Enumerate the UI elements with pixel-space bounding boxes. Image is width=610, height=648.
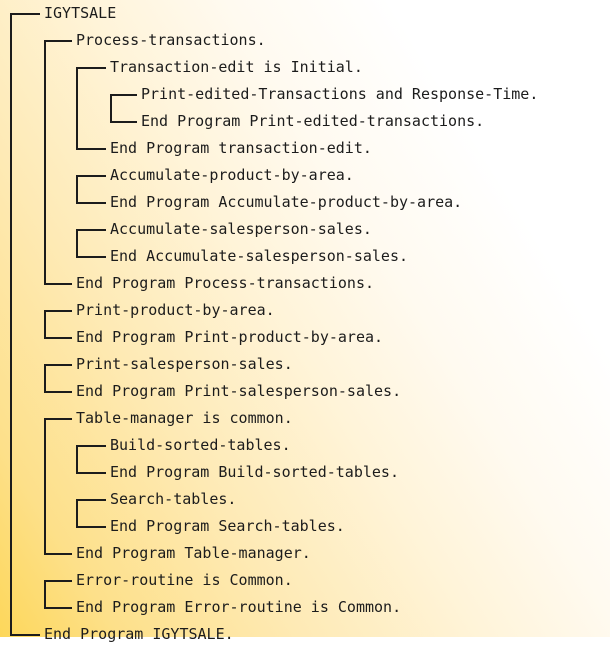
program-header: IGYTSALE: [44, 4, 117, 22]
program-header: Print-product-by-area.: [76, 301, 275, 319]
nesting-bracket: [76, 67, 106, 150]
nesting-bracket: [44, 364, 72, 393]
program-header: Transaction-edit is Initial.: [110, 58, 363, 76]
end-program-statement: End Program Print-edited-transactions.: [141, 112, 485, 130]
program-structure-diagram: IGYTSALE Process-transactions. Transaction…: [0, 0, 610, 643]
end-program-statement: End Program Error-routine is Common.: [76, 598, 402, 616]
end-program-statement: End Program IGYTSALE.: [44, 625, 234, 643]
end-program-statement: End Program Print-salesperson-sales.: [76, 382, 402, 400]
nesting-bracket: [44, 418, 72, 555]
program-header: Print-salesperson-sales.: [76, 355, 293, 373]
end-program-statement: End Program transaction-edit.: [110, 139, 372, 157]
end-program-statement: End Program Search-tables.: [110, 517, 345, 535]
end-program-statement: End Program Table-manager.: [76, 544, 311, 562]
program-header: Error-routine is Common.: [76, 571, 293, 589]
program-header: Process-transactions.: [76, 31, 266, 49]
nesting-bracket: [110, 94, 137, 123]
program-header: Accumulate-product-by-area.: [110, 166, 354, 184]
program-header: Accumulate-salesperson-sales.: [110, 220, 372, 238]
program-header: Search-tables.: [110, 490, 237, 508]
program-header: Print-edited-Transactions and Response-T…: [141, 85, 539, 103]
nesting-bracket: [76, 445, 106, 474]
nesting-bracket: [44, 580, 72, 609]
program-header: Build-sorted-tables.: [110, 436, 291, 454]
end-program-statement: End Program Build-sorted-tables.: [110, 463, 399, 481]
nesting-bracket: [76, 499, 106, 528]
nesting-bracket: [44, 310, 72, 339]
nesting-bracket: [10, 13, 40, 636]
nesting-bracket: [44, 40, 72, 285]
end-program-statement: End Accumulate-salesperson-sales.: [110, 247, 409, 265]
nesting-bracket: [76, 229, 106, 258]
end-program-statement: End Program Accumulate-product-by-area.: [110, 193, 463, 211]
end-program-statement: End Program Print-product-by-area.: [76, 328, 384, 346]
program-header: Table-manager is common.: [76, 409, 293, 427]
end-program-statement: End Program Process-transactions.: [76, 274, 375, 292]
nesting-bracket: [76, 175, 106, 204]
